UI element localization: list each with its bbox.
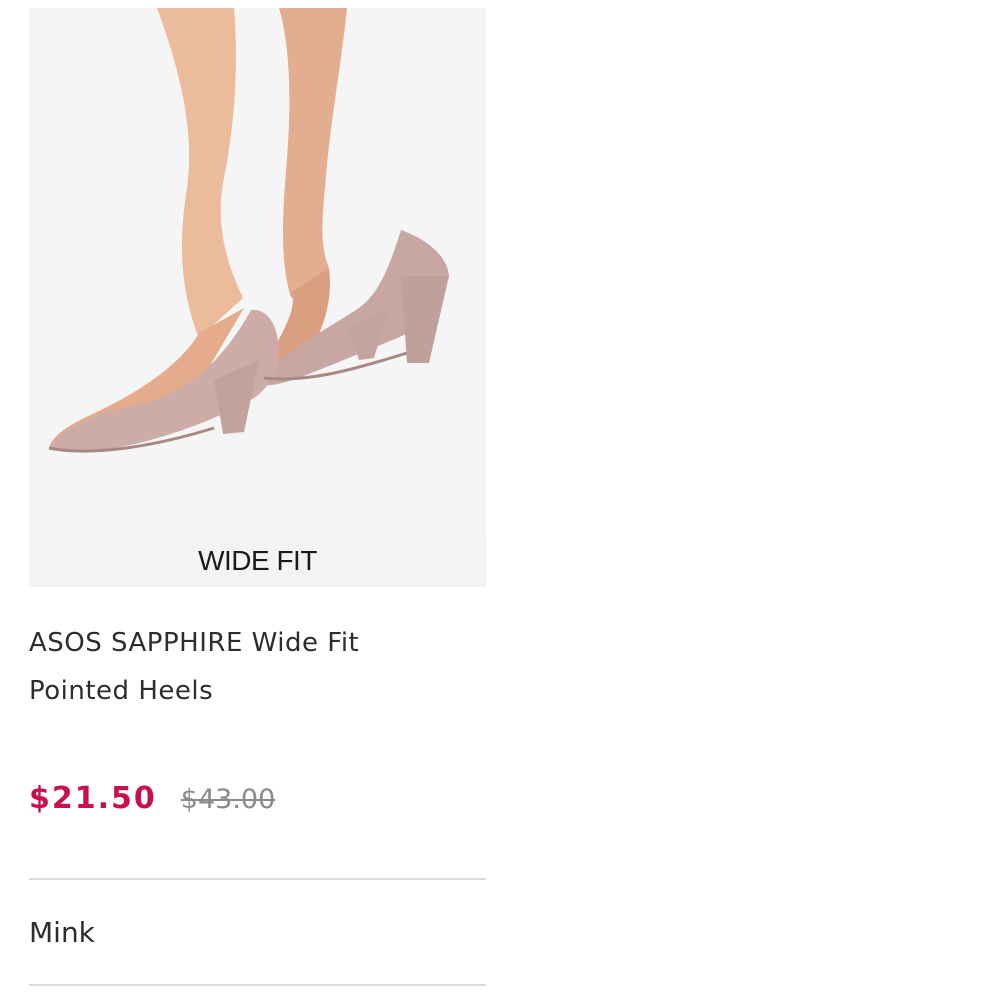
product-card[interactable]: WIDE FIT ASOS SAPPHIRE Wide Fit Pointed … xyxy=(29,8,486,986)
original-price: $43.00 xyxy=(180,784,276,815)
sale-price: $21.50 xyxy=(29,781,157,816)
product-image[interactable] xyxy=(29,8,486,535)
divider-bottom xyxy=(29,984,486,986)
product-photo-illustration xyxy=(29,8,486,535)
colour-row: Mink xyxy=(29,880,486,984)
wide-fit-badge: WIDE FIT xyxy=(29,535,486,587)
product-title[interactable]: ASOS SAPPHIRE Wide Fit Pointed Heels xyxy=(29,619,486,715)
product-title-line-2: Pointed Heels xyxy=(29,676,214,706)
wide-fit-label: WIDE FIT xyxy=(198,545,317,576)
colour-label: Mink xyxy=(29,915,95,949)
price-row: $21.50 $43.00 xyxy=(29,781,486,816)
product-title-line-1: ASOS SAPPHIRE Wide Fit xyxy=(29,628,360,658)
product-page: WIDE FIT ASOS SAPPHIRE Wide Fit Pointed … xyxy=(0,0,1000,1000)
